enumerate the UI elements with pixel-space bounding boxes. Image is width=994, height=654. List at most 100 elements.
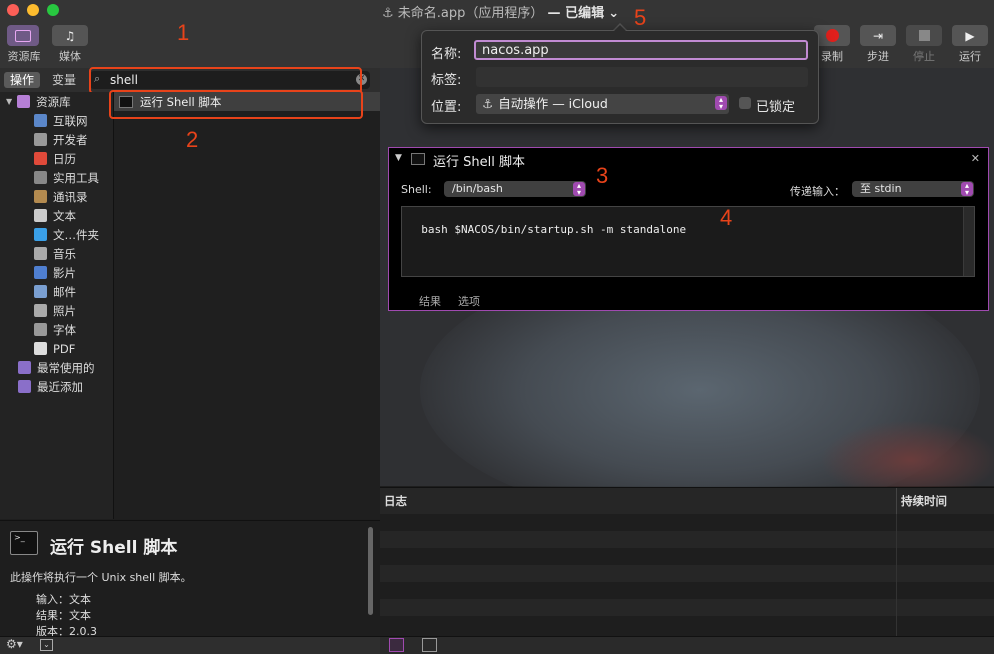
select-stepper-icon: ▴ ▾ [961, 182, 973, 197]
stop-label: 停止 [913, 50, 935, 63]
tab-options[interactable]: 选项 [458, 293, 480, 309]
edited-status: — 已编辑 [547, 6, 605, 21]
step-label: 步进 [867, 50, 889, 63]
log-row [380, 548, 994, 565]
record-icon [825, 29, 839, 42]
disclosure-triangle-icon[interactable]: ▼ [6, 97, 12, 106]
globe-icon [34, 114, 47, 127]
select-stepper-icon: ▴ ▾ [573, 182, 585, 197]
annotation-1: 1 [177, 20, 190, 45]
tags-label: 标签: [431, 73, 462, 88]
minimize-window-button[interactable] [27, 4, 39, 16]
tab-results[interactable]: 结果 [419, 293, 441, 309]
window-title-text: 未命名.app（应用程序） [397, 6, 544, 21]
automator-icon: ⚓ [482, 96, 494, 111]
library-footer: ⚙▾ ⌄ [0, 636, 380, 654]
script-scrollbar[interactable] [963, 207, 974, 276]
log-row [380, 514, 994, 531]
rename-popover: 名称: nacos.app 标签: 位置: ⚓ 自动操作 — iCloud ▴ ▾ … [421, 30, 819, 124]
pass-input-select[interactable]: 至 stdin ▴ ▾ [852, 181, 974, 197]
tags-input[interactable] [476, 67, 808, 87]
annotation-4: 4 [720, 205, 733, 230]
location-select-value: 自动操作 — iCloud [498, 96, 608, 111]
play-icon: ▶ [965, 28, 975, 43]
shell-label: Shell: [401, 183, 432, 196]
highlight-box-action [109, 90, 363, 119]
music-icon [34, 247, 47, 260]
list-view-icon[interactable] [389, 638, 404, 652]
font-icon [34, 323, 47, 336]
stop-button[interactable] [906, 25, 942, 46]
sidebar-item-label: 最常使用的 [37, 360, 95, 375]
library-list: ▼ 资源库 互联网 开发者 日历 实用工具 通讯录 文本 文…件夹 音乐 影片 邮件 照片 字体 PDF 最常… [0, 92, 114, 519]
duration-column-header[interactable]: 持续时间 [901, 493, 947, 509]
popover-arrow-fill [613, 25, 627, 32]
media-button[interactable]: ♫ [52, 25, 88, 46]
log-row [380, 531, 994, 548]
record-button[interactable] [814, 25, 850, 46]
description-title: 运行 Shell 脚本 [50, 538, 178, 558]
annotation-2: 2 [186, 127, 199, 152]
run-button[interactable]: ▶ [952, 25, 988, 46]
sidebar-item-label: 文本 [53, 208, 76, 223]
workflow-footer [380, 636, 994, 654]
disclosure-triangle-icon[interactable]: ▼ [395, 153, 402, 163]
record-label: 录制 [821, 50, 843, 63]
movie-icon [34, 266, 47, 279]
step-button[interactable]: ⇥ [860, 25, 896, 46]
sidebar-item-label: 音乐 [53, 246, 76, 261]
description-scrollbar[interactable] [368, 527, 373, 615]
log-row [380, 565, 994, 582]
library-toggle-label: 资源库 [7, 50, 41, 63]
library-icon [17, 95, 31, 108]
mail-icon [34, 285, 47, 298]
contacts-icon [34, 190, 47, 203]
script-editor[interactable]: bash $NACOS/bin/startup.sh -m standalone [401, 206, 975, 277]
chevron-down-icon[interactable]: ⌄ [608, 6, 619, 21]
location-select[interactable]: ⚓ 自动操作 — iCloud ▴ ▾ [476, 94, 729, 114]
split-view-icon[interactable] [422, 638, 437, 652]
sidebar-item-label: 通讯录 [53, 189, 88, 204]
script-text[interactable]: bash $NACOS/bin/startup.sh -m standalone [421, 223, 686, 236]
tab-variables[interactable]: 变量 [44, 72, 84, 88]
shell-select[interactable]: /bin/bash ▴ ▾ [444, 181, 586, 197]
actions-list: 运行 Shell 脚本 [109, 90, 380, 519]
automator-doc-icon: ⚓ [382, 6, 394, 21]
sidebar-item[interactable]: ▼ 资源库 [0, 92, 119, 111]
terminal-icon [411, 153, 425, 165]
select-stepper-icon: ▴ ▾ [715, 96, 727, 111]
sidebar-item-label: 资源库 [36, 94, 71, 109]
log-row [380, 599, 994, 616]
annotation-5: 5 [634, 5, 647, 30]
name-input[interactable]: nacos.app [474, 40, 808, 60]
close-window-button[interactable] [7, 4, 19, 16]
sidebar-item-label: 字体 [53, 322, 76, 337]
sidebar-item[interactable]: 最常使用的 [0, 358, 131, 377]
log-column-header[interactable]: 日志 [384, 493, 407, 509]
run-label: 运行 [959, 50, 981, 63]
terminal-large-icon: >_ [10, 531, 38, 555]
sidebar-icon [15, 29, 31, 42]
window-title[interactable]: ⚓ 未命名.app（应用程序） — 已编辑 ⌄ [382, 2, 619, 21]
library-toggle-button[interactable] [7, 25, 39, 46]
gear-icon[interactable]: ⚙▾ [6, 637, 23, 651]
sidebar-item-label: 开发者 [53, 132, 88, 147]
locked-label: 已锁定 [756, 100, 796, 115]
zoom-window-button[interactable] [47, 4, 59, 16]
action-title: 运行 Shell 脚本 [433, 155, 525, 170]
sidebar-item-label: 邮件 [53, 284, 76, 299]
sidebar-item-label: PDF [53, 341, 76, 356]
name-input-value[interactable]: nacos.app [482, 43, 549, 58]
log-header: 日志 持续时间 [380, 487, 994, 515]
calendar-icon [34, 152, 47, 165]
pass-input-label: 传递输入： [790, 185, 845, 198]
utilities-icon [34, 171, 47, 184]
close-icon[interactable]: ✕ [971, 152, 980, 165]
tab-actions[interactable]: 操作 [4, 72, 40, 88]
column-divider [896, 488, 897, 514]
sidebar-item-label: 实用工具 [53, 170, 99, 185]
collapse-icon[interactable]: ⌄ [40, 639, 53, 651]
locked-checkbox[interactable] [739, 97, 751, 109]
sidebar-item[interactable]: 最近添加 [0, 377, 131, 396]
sidebar-item-label: 日历 [53, 151, 76, 166]
